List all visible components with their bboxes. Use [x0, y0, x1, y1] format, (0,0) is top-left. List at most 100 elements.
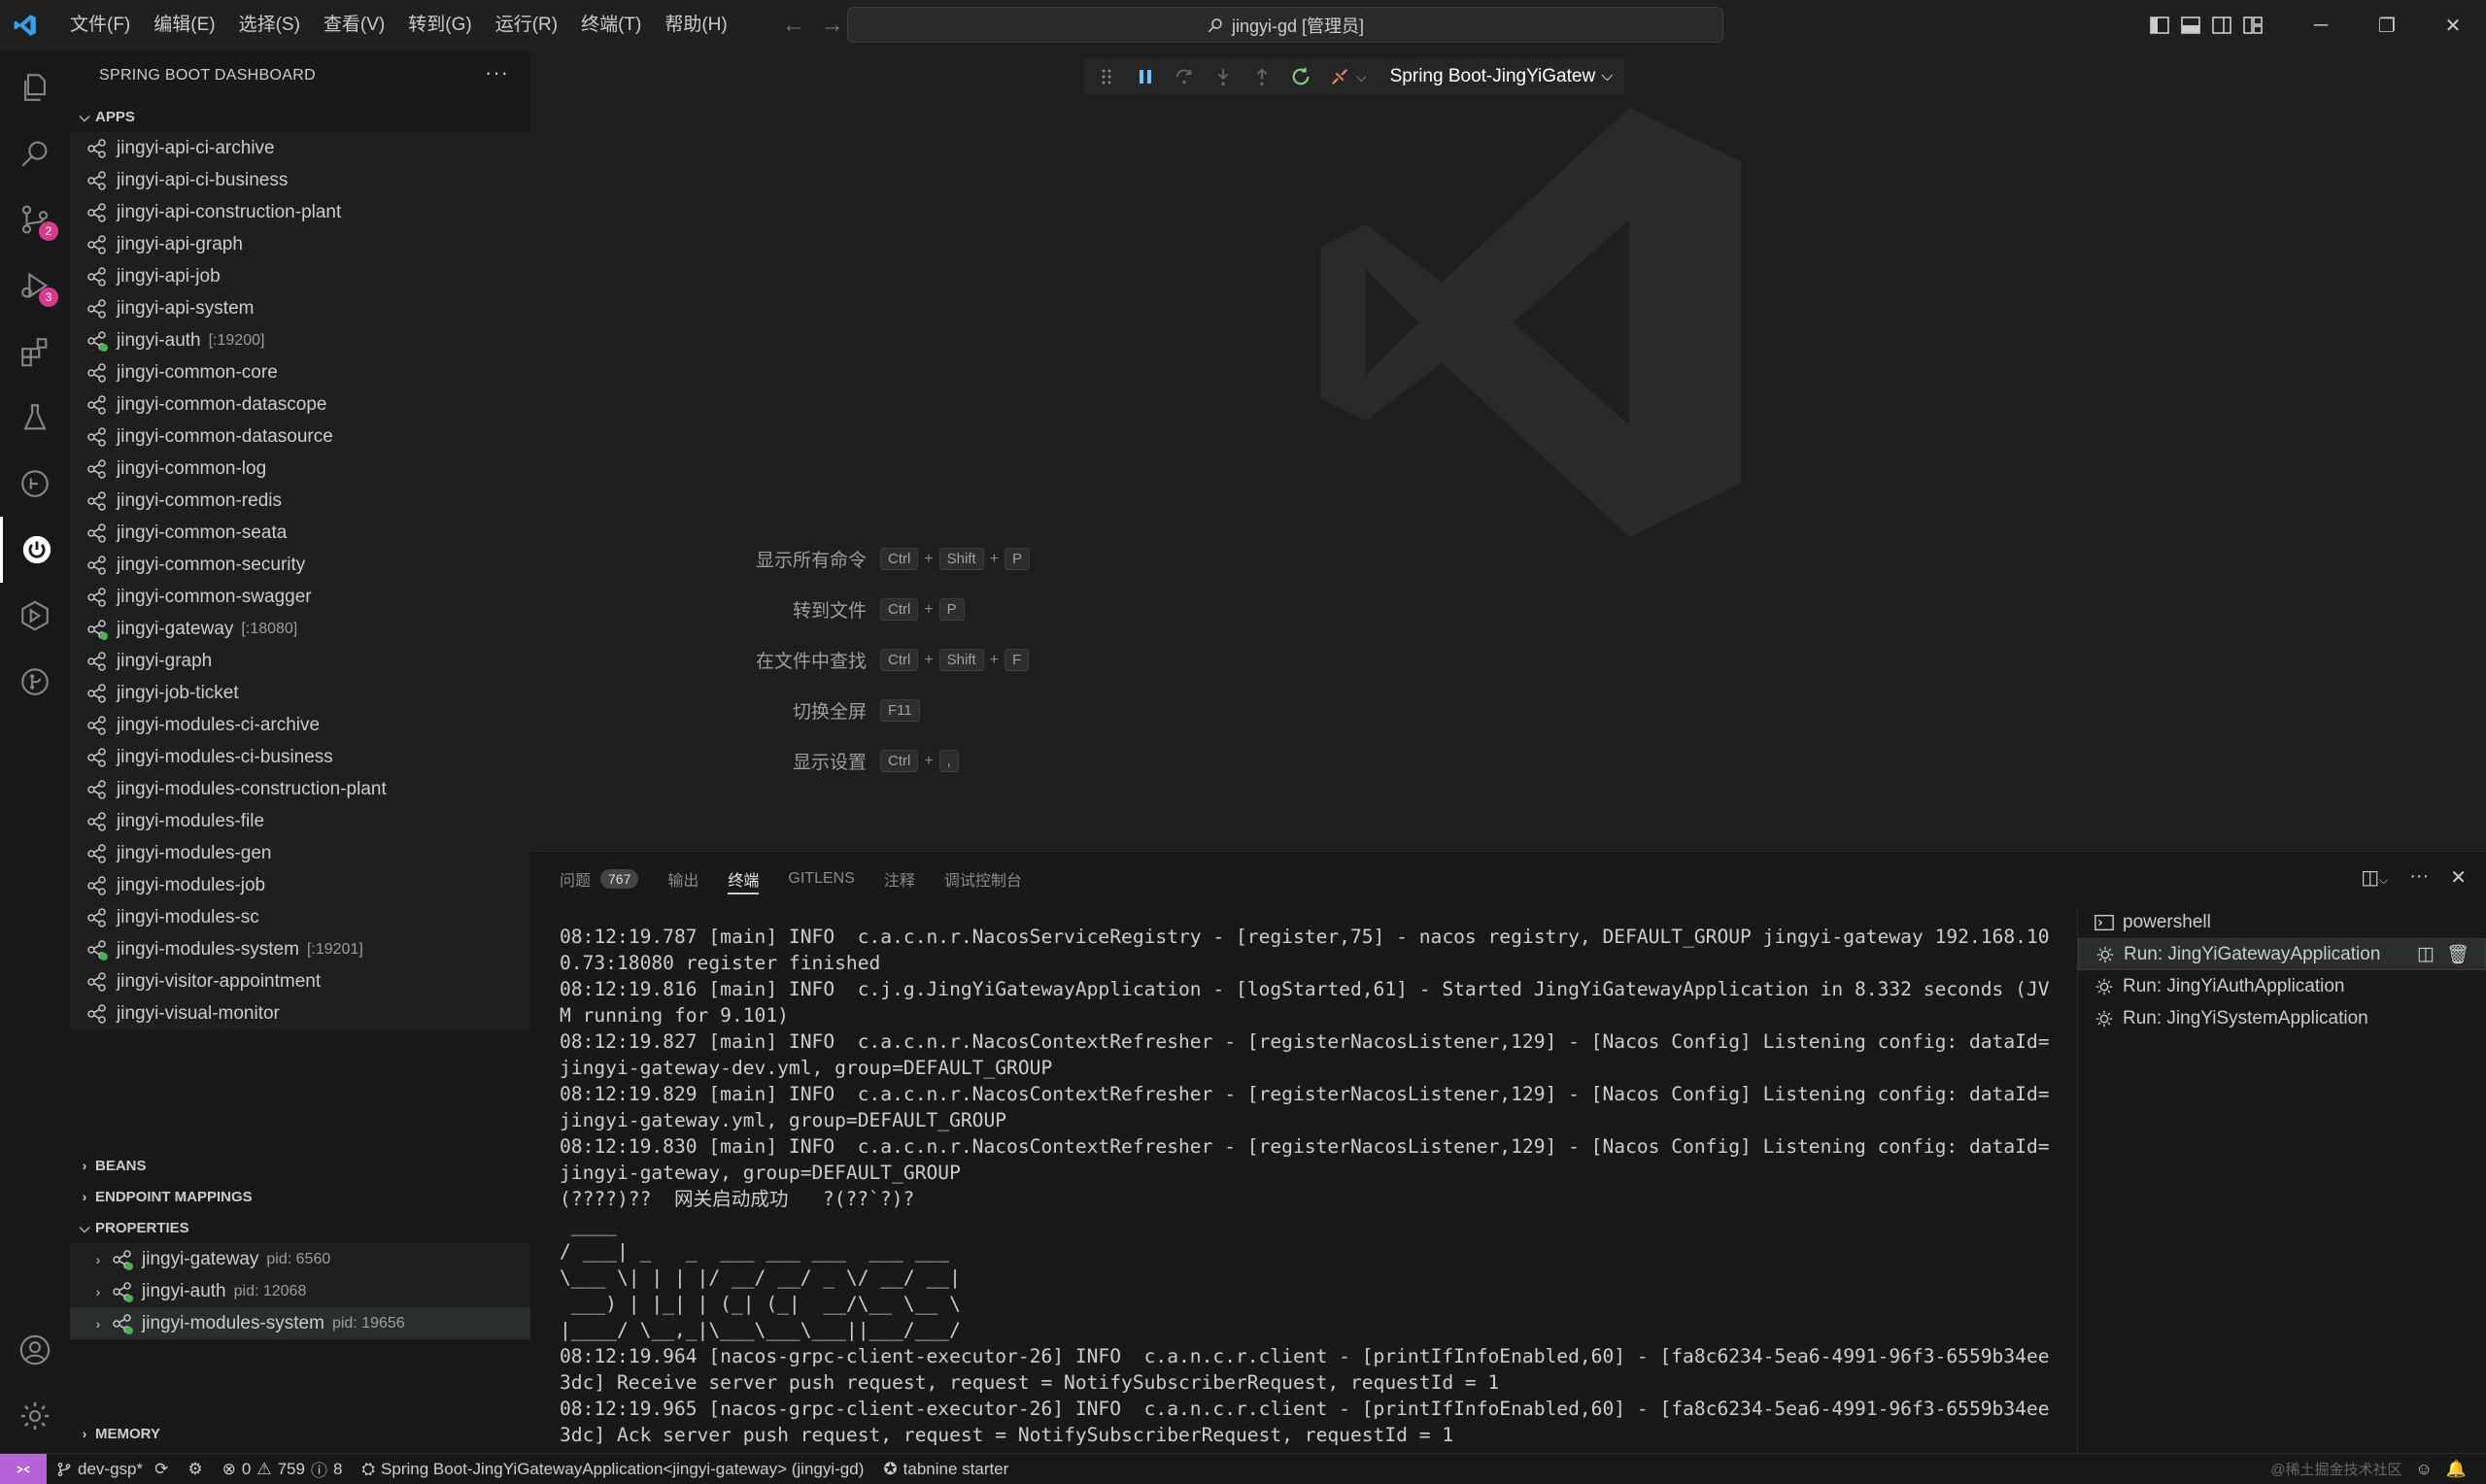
- gitlens-status[interactable]: ⚙: [178, 1460, 212, 1479]
- disconnect-icon[interactable]: [1329, 66, 1350, 87]
- menu-selection[interactable]: 选择(S): [227, 0, 312, 51]
- restart-icon[interactable]: [1290, 66, 1311, 87]
- accounts-status-icon[interactable]: ☺: [2415, 1460, 2432, 1479]
- app-item[interactable]: jingyi-modules-system [:19201]: [70, 933, 530, 965]
- close-window-icon[interactable]: ✕: [2420, 0, 2486, 51]
- run-debug-icon[interactable]: 3: [0, 253, 70, 319]
- drag-handle-icon[interactable]: [1096, 66, 1117, 87]
- app-item[interactable]: jingyi-modules-ci-business: [70, 741, 530, 773]
- step-out-icon[interactable]: [1251, 66, 1273, 87]
- app-item[interactable]: jingyi-common-seata: [70, 517, 530, 549]
- toggle-primary-sidebar-icon[interactable]: [2144, 0, 2175, 51]
- menu-help[interactable]: 帮助(H): [653, 0, 738, 51]
- tab-gitlens[interactable]: GITLENS: [788, 852, 854, 906]
- app-item[interactable]: jingyi-api-graph: [70, 228, 530, 260]
- app-item[interactable]: jingyi-modules-job: [70, 869, 530, 901]
- branch-indicator[interactable]: dev-gsp* ⟳: [47, 1460, 178, 1479]
- app-item[interactable]: jingyi-modules-file: [70, 805, 530, 837]
- disconnect-dropdown-icon[interactable]: ⌵: [1356, 69, 1367, 85]
- more-actions-icon[interactable]: ···: [485, 60, 509, 85]
- app-item[interactable]: jingyi-common-datasource: [70, 421, 530, 453]
- app-item[interactable]: jingyi-gateway [:18080]: [70, 613, 530, 645]
- back-arrow-icon[interactable]: ←: [782, 12, 805, 39]
- command-center-search[interactable]: jingyi-gd [管理员]: [847, 7, 1723, 43]
- app-item[interactable]: jingyi-api-system: [70, 292, 530, 324]
- kubernetes-icon[interactable]: [0, 583, 70, 649]
- app-item[interactable]: jingyi-visual-monitor: [70, 997, 530, 1029]
- app-item[interactable]: jingyi-modules-construction-plant: [70, 773, 530, 805]
- debug-config-select[interactable]: Spring Boot-JingYiGatew ⌵: [1390, 66, 1614, 87]
- menu-view[interactable]: 查看(V): [312, 0, 396, 51]
- app-item[interactable]: jingyi-api-ci-business: [70, 164, 530, 196]
- tab-terminal[interactable]: 终端: [728, 852, 760, 906]
- tabnine-indicator[interactable]: ✪ tabnine starter: [873, 1460, 1018, 1479]
- endpoint-mappings-section-header[interactable]: › ENDPOINT MAPPINGS: [70, 1181, 530, 1212]
- spring-boot-dashboard-icon[interactable]: [0, 517, 70, 583]
- property-process-item[interactable]: › jingyi-auth pid: 12068: [70, 1275, 530, 1307]
- run-config-indicator[interactable]: ⛭ Spring Boot-JingYiGatewayApplication<j…: [352, 1460, 873, 1479]
- gitlens-icon[interactable]: [0, 649, 70, 715]
- menu-terminal[interactable]: 终端(T): [569, 0, 653, 51]
- tab-comments[interactable]: 注释: [884, 852, 915, 906]
- close-panel-icon[interactable]: ✕: [2450, 865, 2467, 890]
- split-terminal-icon[interactable]: ◫⌵: [2361, 865, 2388, 890]
- explorer-icon[interactable]: [0, 54, 70, 120]
- apps-section-header[interactable]: ⌵ APPS: [70, 101, 530, 132]
- app-item[interactable]: jingyi-modules-ci-archive: [70, 709, 530, 741]
- app-item[interactable]: jingyi-job-ticket: [70, 677, 530, 709]
- toggle-secondary-sidebar-icon[interactable]: [2206, 0, 2237, 51]
- settings-gear-icon[interactable]: [0, 1383, 70, 1449]
- toggle-panel-icon[interactable]: [2175, 0, 2206, 51]
- app-item[interactable]: jingyi-common-core: [70, 356, 530, 388]
- property-process-item[interactable]: › jingyi-modules-system pid: 19656: [70, 1307, 530, 1339]
- app-item[interactable]: jingyi-graph: [70, 645, 530, 677]
- app-item[interactable]: jingyi-common-swagger: [70, 581, 530, 613]
- app-item[interactable]: jingyi-modules-gen: [70, 837, 530, 869]
- search-view-icon[interactable]: [0, 120, 70, 186]
- source-control-icon[interactable]: 2: [0, 186, 70, 253]
- notifications-bell-icon[interactable]: 🔔: [2446, 1460, 2467, 1479]
- menu-go[interactable]: 转到(G): [396, 0, 483, 51]
- app-item[interactable]: jingyi-visitor-appointment: [70, 965, 530, 997]
- pause-icon[interactable]: [1135, 66, 1156, 87]
- problems-indicator[interactable]: ⊗ 0 ⚠ 759 ⓘ 8: [213, 1457, 353, 1481]
- trash-icon[interactable]: 🗑: [2446, 943, 2469, 966]
- remote-explorer-icon[interactable]: [0, 451, 70, 517]
- terminal-item-powershell[interactable]: powershell: [2078, 906, 2486, 938]
- step-over-icon[interactable]: [1174, 66, 1195, 87]
- properties-section-header[interactable]: ⌵ PROPERTIES: [70, 1212, 530, 1243]
- app-item[interactable]: jingyi-common-log: [70, 453, 530, 485]
- restore-icon[interactable]: ❐: [2354, 0, 2420, 51]
- app-item[interactable]: jingyi-common-security: [70, 549, 530, 581]
- split-icon[interactable]: ◫: [2417, 943, 2435, 966]
- testing-icon[interactable]: [0, 385, 70, 451]
- app-item[interactable]: jingyi-common-redis: [70, 485, 530, 517]
- app-item[interactable]: jingyi-api-ci-archive: [70, 132, 530, 164]
- tab-debug-console[interactable]: 调试控制台: [944, 852, 1022, 906]
- forward-arrow-icon[interactable]: →: [821, 12, 844, 39]
- app-item[interactable]: jingyi-api-construction-plant: [70, 196, 530, 228]
- property-process-item[interactable]: › jingyi-gateway pid: 6560: [70, 1243, 530, 1275]
- terminal-item-gateway[interactable]: Run: JingYiGatewayApplication ◫ 🗑: [2078, 938, 2486, 970]
- extensions-icon[interactable]: [0, 319, 70, 385]
- terminal-item-system[interactable]: Run: JingYiSystemApplication: [2078, 1002, 2486, 1034]
- app-item[interactable]: jingyi-common-datascope: [70, 388, 530, 421]
- app-item[interactable]: jingyi-modules-sc: [70, 901, 530, 933]
- more-actions-icon[interactable]: ···: [2409, 865, 2429, 890]
- remote-indicator[interactable]: [0, 1453, 47, 1484]
- customize-layout-icon[interactable]: [2237, 0, 2268, 51]
- terminal-output[interactable]: 08:12:19.787 [main] INFO c.a.c.n.r.Nacos…: [560, 924, 2056, 1448]
- app-item[interactable]: jingyi-api-job: [70, 260, 530, 292]
- menu-run[interactable]: 运行(R): [484, 0, 569, 51]
- sync-icon[interactable]: ⟳: [154, 1460, 168, 1479]
- tab-output[interactable]: 输出: [667, 852, 698, 906]
- menu-edit[interactable]: 编辑(E): [142, 0, 226, 51]
- terminal-item-auth[interactable]: Run: JingYiAuthApplication: [2078, 970, 2486, 1002]
- minimize-icon[interactable]: ─: [2288, 0, 2354, 51]
- tab-problems[interactable]: 问题 767: [560, 852, 639, 906]
- accounts-icon[interactable]: [0, 1317, 70, 1383]
- beans-section-header[interactable]: › BEANS: [70, 1150, 530, 1181]
- app-item[interactable]: jingyi-auth [:19200]: [70, 324, 530, 356]
- memory-section-header[interactable]: › MEMORY: [70, 1418, 530, 1449]
- menu-file[interactable]: 文件(F): [58, 0, 142, 51]
